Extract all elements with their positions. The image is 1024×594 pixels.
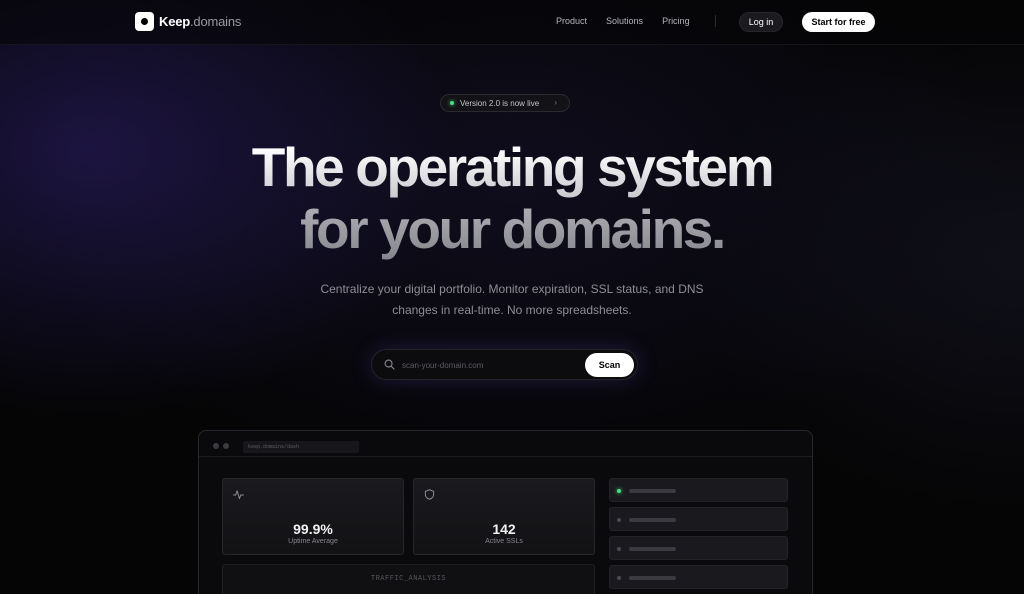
- top-nav: Keep.domains Product Solutions Pricing L…: [0, 0, 1024, 45]
- nav-link-solutions[interactable]: Solutions: [606, 16, 643, 26]
- nav-links: Product Solutions Pricing: [556, 16, 690, 26]
- nav-link-pricing[interactable]: Pricing: [662, 16, 690, 26]
- row-placeholder-bar: [629, 489, 676, 493]
- stat-value: 142: [492, 521, 516, 537]
- row-placeholder-bar: [629, 576, 676, 580]
- traffic-panel: TRAFFIC_ANALYSIS: [222, 564, 595, 594]
- domain-list-row[interactable]: [609, 507, 788, 531]
- hero-subtitle: Centralize your digital portfolio. Monit…: [320, 282, 704, 317]
- search-icon: [384, 359, 395, 370]
- row-placeholder-bar: [629, 547, 676, 551]
- headline-line-2: for your domains.: [0, 198, 1024, 260]
- stat-card-ssl: 142 Active SSLs: [413, 478, 595, 555]
- status-dot-icon: [450, 101, 454, 105]
- domain-search-input[interactable]: [402, 358, 582, 372]
- stat-card-uptime: 99.9% Uptime Average: [222, 478, 404, 555]
- shield-icon: [424, 489, 435, 500]
- logo-text: Keep.domains: [159, 14, 242, 29]
- status-dot-icon: [617, 489, 621, 493]
- scan-button[interactable]: Scan: [585, 353, 634, 377]
- logo[interactable]: Keep.domains: [135, 12, 241, 31]
- login-button[interactable]: Log in: [739, 12, 783, 32]
- hero-headline: The operating system for your domains.: [0, 136, 1024, 260]
- dashboard-preview: keep.domains/dash 99.9% Uptime Average 1…: [198, 430, 813, 594]
- preview-url-bar: keep.domains/dash: [243, 441, 359, 453]
- status-dot-icon: [617, 576, 621, 580]
- domain-list-row[interactable]: [609, 536, 788, 560]
- preview-window-bar: keep.domains/dash: [199, 431, 812, 457]
- chevron-right-icon: ›: [554, 98, 557, 107]
- nav-divider: [715, 15, 716, 27]
- nav-link-product[interactable]: Product: [556, 16, 587, 26]
- traffic-panel-label: TRAFFIC_ANALYSIS: [370, 575, 447, 583]
- window-dot: [213, 443, 219, 449]
- domain-list-row[interactable]: [609, 478, 788, 502]
- domain-list-row[interactable]: [609, 565, 788, 589]
- status-dot-icon: [617, 518, 621, 522]
- activity-icon: [233, 490, 244, 500]
- status-dot-icon: [617, 547, 621, 551]
- version-badge-label: Version 2.0 is now live: [460, 98, 540, 108]
- headline-line-1: The operating system: [0, 136, 1024, 198]
- logo-icon: [135, 12, 154, 31]
- row-placeholder-bar: [629, 518, 676, 522]
- stat-label: Uptime Average: [288, 538, 338, 545]
- domain-search-bar: Scan: [371, 349, 638, 380]
- stat-label: Active SSLs: [485, 538, 523, 545]
- start-free-button[interactable]: Start for free: [802, 12, 875, 32]
- version-badge[interactable]: Version 2.0 is now live ›: [440, 94, 570, 112]
- stat-value: 99.9%: [293, 521, 333, 537]
- window-dot: [223, 443, 229, 449]
